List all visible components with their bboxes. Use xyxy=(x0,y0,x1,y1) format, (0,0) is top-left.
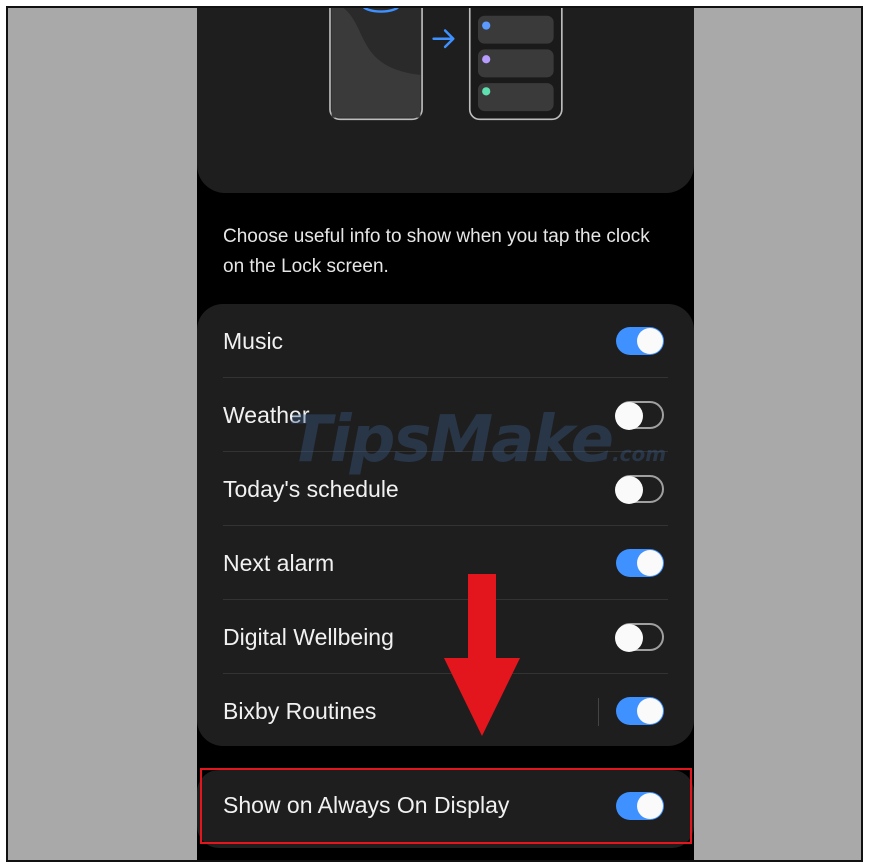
screenshot-frame: Choose useful info to show when you tap … xyxy=(6,6,863,862)
watermark: TipsMake.com xyxy=(288,403,666,477)
lock-screen-illustration xyxy=(329,8,563,121)
description-text: Choose useful info to show when you tap … xyxy=(223,226,650,277)
toggle-knob xyxy=(615,624,643,652)
next-alarm-toggle[interactable] xyxy=(616,549,664,577)
digital-wellbeing-toggle[interactable] xyxy=(615,623,664,652)
digital-wellbeing-label: Digital Wellbeing xyxy=(223,624,394,650)
bixby-routines-toggle[interactable] xyxy=(616,697,664,725)
red-down-arrow-icon xyxy=(444,574,520,736)
watermark-main: TipsMake xyxy=(288,403,614,477)
music-label: Music xyxy=(223,328,284,354)
illustration-card xyxy=(197,8,694,193)
music-row[interactable]: Music xyxy=(197,304,694,378)
highlight-box xyxy=(200,768,692,844)
toggle-knob xyxy=(615,476,643,504)
toggle-knob xyxy=(637,698,663,724)
todays-schedule-toggle[interactable] xyxy=(615,475,664,504)
bixby-routines-label: Bixby Routines xyxy=(223,698,377,724)
vertical-separator xyxy=(598,698,599,726)
toggle-knob xyxy=(637,550,663,576)
music-toggle[interactable] xyxy=(616,327,664,355)
watermark-suffix: .com xyxy=(612,442,667,466)
next-alarm-label: Next alarm xyxy=(223,550,335,576)
toggle-knob xyxy=(637,328,663,354)
